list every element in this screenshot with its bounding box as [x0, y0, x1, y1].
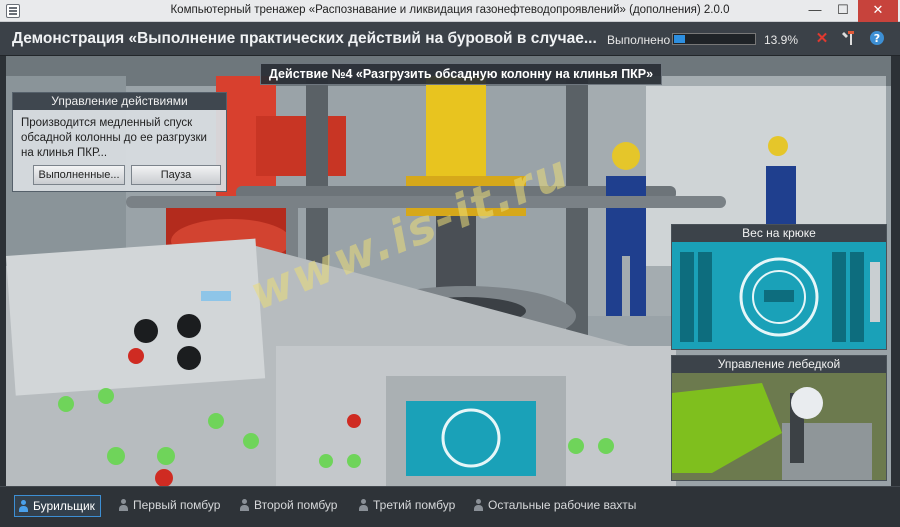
completed-actions-button[interactable]: Выполненные...: [33, 165, 125, 185]
app-window: Компьютерный тренажер «Распознавание и л…: [0, 0, 900, 527]
tab-label: Бурильщик: [33, 499, 95, 513]
svg-text:?: ?: [874, 32, 880, 45]
winch-control-title: Управление лебедкой: [672, 356, 886, 373]
help-icon[interactable]: ?: [868, 30, 886, 48]
header-bar: Демонстрация «Выполнение практических де…: [0, 22, 900, 56]
tools-icon[interactable]: [840, 30, 858, 48]
tab-label: Третий помбур: [373, 498, 456, 512]
progress-fill: [674, 35, 686, 43]
winch-control-panel[interactable]: Управление лебедкой: [671, 355, 887, 481]
tab-third-assistant[interactable]: Третий помбур: [355, 495, 455, 517]
window-close-button[interactable]: ✕: [858, 0, 898, 22]
person-icon: [239, 499, 250, 511]
hook-weight-gauge: [672, 242, 886, 349]
tab-first-assistant[interactable]: Первый помбур: [115, 495, 220, 517]
progress-label: Выполнено: [607, 33, 671, 47]
role-tabs: Бурильщик Первый помбур Второй помбур Тр…: [0, 486, 900, 527]
hook-weight-title: Вес на крюке: [672, 225, 886, 242]
action-banner: Действие №4 «Разгрузить обсадную колонну…: [260, 63, 663, 85]
tab-second-assistant[interactable]: Второй помбур: [236, 495, 337, 517]
title-bar: Компьютерный тренажер «Распознавание и л…: [0, 0, 900, 22]
tab-driller[interactable]: Бурильщик: [14, 495, 101, 517]
control-panel-text: Производится медленный спуск обсадной ко…: [21, 117, 207, 159]
person-icon: [473, 499, 484, 511]
progress-bar: [672, 33, 756, 45]
hook-weight-panel[interactable]: Вес на крюке: [671, 224, 887, 350]
control-panel-title: Управление действиями: [13, 93, 226, 110]
person-icon: [18, 500, 29, 512]
tab-label: Первый помбур: [133, 498, 221, 512]
pause-button[interactable]: Пауза: [131, 165, 221, 185]
tab-other-workers[interactable]: Остальные рабочие вахты: [470, 495, 636, 517]
page-title: Демонстрация «Выполнение практических де…: [12, 30, 597, 47]
tab-label: Второй помбур: [254, 498, 338, 512]
maximize-button[interactable]: ☐: [829, 0, 857, 22]
winch-control-view: [672, 373, 886, 480]
minimize-button[interactable]: —: [801, 0, 829, 22]
window-title: Компьютерный тренажер «Распознавание и л…: [170, 4, 730, 16]
action-control-panel: Управление действиями Производится медле…: [12, 92, 227, 192]
progress-value: 13.9%: [764, 33, 799, 47]
close-icon[interactable]: ✕: [813, 30, 831, 48]
person-icon: [358, 499, 369, 511]
tab-label: Остальные рабочие вахты: [488, 498, 637, 512]
person-icon: [118, 499, 129, 511]
